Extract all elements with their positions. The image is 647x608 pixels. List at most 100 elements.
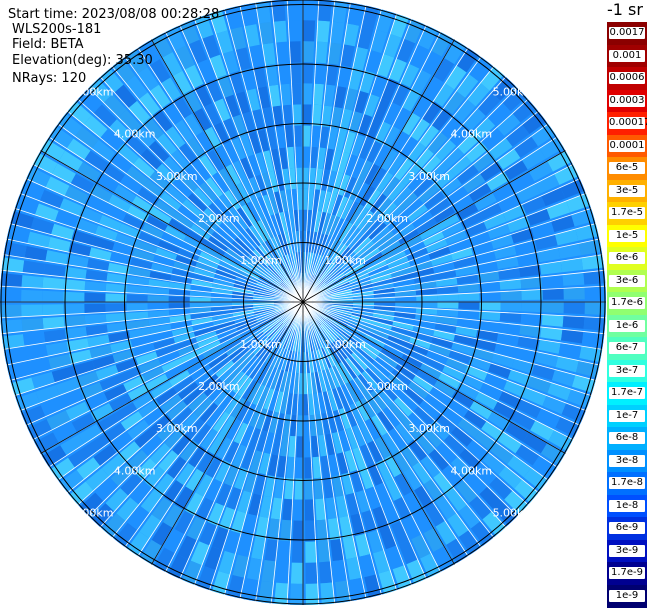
ray-segment — [303, 20, 316, 42]
ray-segment — [168, 296, 190, 302]
range-ring-label: 2.00km — [198, 212, 240, 225]
range-ring-label: 4.00km — [451, 128, 493, 141]
ray-segment — [274, 582, 289, 605]
colorbar-label: 6e-5 — [609, 162, 645, 175]
colorbar-label: 1.7e-5 — [609, 207, 645, 220]
ray-segment — [303, 167, 309, 189]
ray-segment — [290, 562, 303, 584]
colorbar-label: 3e-8 — [609, 454, 645, 467]
colorbar-label: 0.0001 — [609, 139, 645, 152]
ray-segment — [291, 83, 302, 105]
colorbar-label: 6e-9 — [609, 522, 645, 535]
colorbar-label: 1.7e-8 — [609, 477, 645, 490]
colorbar-label: 0.0006 — [609, 72, 645, 85]
ray-segment — [542, 288, 564, 300]
ray-segment — [437, 302, 459, 309]
ray-segment — [105, 293, 127, 302]
colorbar-label: 6e-6 — [609, 252, 645, 265]
colorbar-label: 0.001 — [609, 49, 645, 62]
colorbar-label: 0.0003 — [609, 94, 645, 107]
ray-segment — [21, 289, 43, 302]
range-ring-label: 5.00km — [493, 86, 535, 99]
range-ring-label: 2.00km — [198, 380, 240, 393]
ray-segment — [521, 302, 543, 313]
colorbar-label: 1e-5 — [609, 229, 645, 242]
elevation-text: Elevation(deg): 35.30 — [12, 53, 153, 68]
range-ring-label: 5.00km — [493, 506, 535, 519]
range-ring-label: 5.00km — [72, 506, 114, 519]
ray-segment — [21, 304, 43, 317]
ray-segment — [303, 104, 312, 126]
ray-segment — [305, 583, 319, 605]
ray-segment — [297, 415, 303, 437]
field-text: Field: BETA — [12, 37, 84, 52]
ray-segment — [126, 294, 148, 302]
ray-segment — [288, 20, 301, 42]
range-ring-label: 5.00km — [72, 86, 114, 99]
colorbar-label: 1e-9 — [609, 589, 645, 602]
colorbar-label: 3e-9 — [609, 544, 645, 557]
ray-segment — [500, 302, 522, 312]
range-ring-label: 3.00km — [156, 422, 198, 435]
range-ring-label: 1.00km — [324, 338, 366, 351]
ray-segment — [541, 314, 564, 327]
ray-segment — [303, 83, 313, 105]
ray-segment — [563, 302, 585, 315]
ray-segment — [305, 541, 317, 563]
ray-segment — [295, 457, 303, 479]
colorbar: 0.0017 0.001 0.0006 0.0003 0.00017 0.0001 6e-5… — [607, 22, 647, 608]
colorbar-label: 0.00017 — [609, 117, 647, 130]
colorbar-label: 6e-7 — [609, 342, 645, 355]
colorbar-unit-label: -1 sr — [607, 0, 643, 19]
colorbar-label: 1e-7 — [609, 409, 645, 422]
ray-segment — [542, 302, 564, 314]
ray-segment — [0, 304, 22, 318]
ray-segment — [303, 0, 316, 21]
range-ring-label: 3.00km — [156, 170, 198, 183]
ray-segment — [294, 478, 303, 500]
ray-segment — [147, 295, 169, 302]
range-ring-label: 4.00km — [114, 464, 156, 477]
range-ring-label: 2.00km — [366, 380, 408, 393]
colorbar-label: 1e-8 — [609, 499, 645, 512]
ray-segment — [292, 520, 303, 542]
range-ring-label: 4.00km — [114, 128, 156, 141]
colorbar-label: 1.7e-9 — [609, 567, 645, 580]
ray-segment — [289, 583, 303, 605]
ray-segment — [84, 303, 106, 314]
ray-segment — [479, 302, 501, 311]
ray-segment — [291, 541, 303, 563]
ray-segment — [520, 313, 543, 325]
ray-segment — [303, 125, 311, 147]
ray-segment — [289, 41, 301, 63]
ray-segment — [583, 316, 606, 331]
ray-segment — [305, 562, 318, 584]
colorbar-label: 3e-6 — [609, 274, 645, 287]
colorbar-label: 3e-7 — [609, 364, 645, 377]
ray-segment — [500, 290, 522, 301]
colorbar-label: 3e-5 — [609, 184, 645, 197]
ray-segment — [563, 287, 585, 300]
ray-segment — [458, 302, 480, 310]
range-ring-label: 2.00km — [366, 212, 408, 225]
ray-segment — [84, 292, 106, 302]
colorbar-label: 6e-8 — [609, 432, 645, 445]
ray-segment — [521, 289, 543, 300]
ray-segment — [21, 275, 44, 289]
ray-segment — [416, 302, 438, 308]
ray-segment — [316, 20, 330, 43]
colorbar-label: 0.0017 — [609, 27, 645, 40]
ray-segment — [290, 62, 301, 84]
ray-segment — [0, 288, 22, 302]
ray-segment — [305, 520, 316, 542]
colorbar-label: 1.7e-7 — [609, 387, 645, 400]
ray-segment — [63, 304, 85, 315]
ray-segment — [276, 561, 290, 584]
ray-segment — [278, 540, 291, 563]
ray-segment — [293, 499, 303, 521]
ray-segment — [42, 290, 64, 302]
ray-segment — [584, 302, 606, 316]
ray-segment — [303, 146, 310, 168]
ray-segment — [287, 0, 301, 21]
range-ring-label: 1.00km — [240, 254, 282, 267]
